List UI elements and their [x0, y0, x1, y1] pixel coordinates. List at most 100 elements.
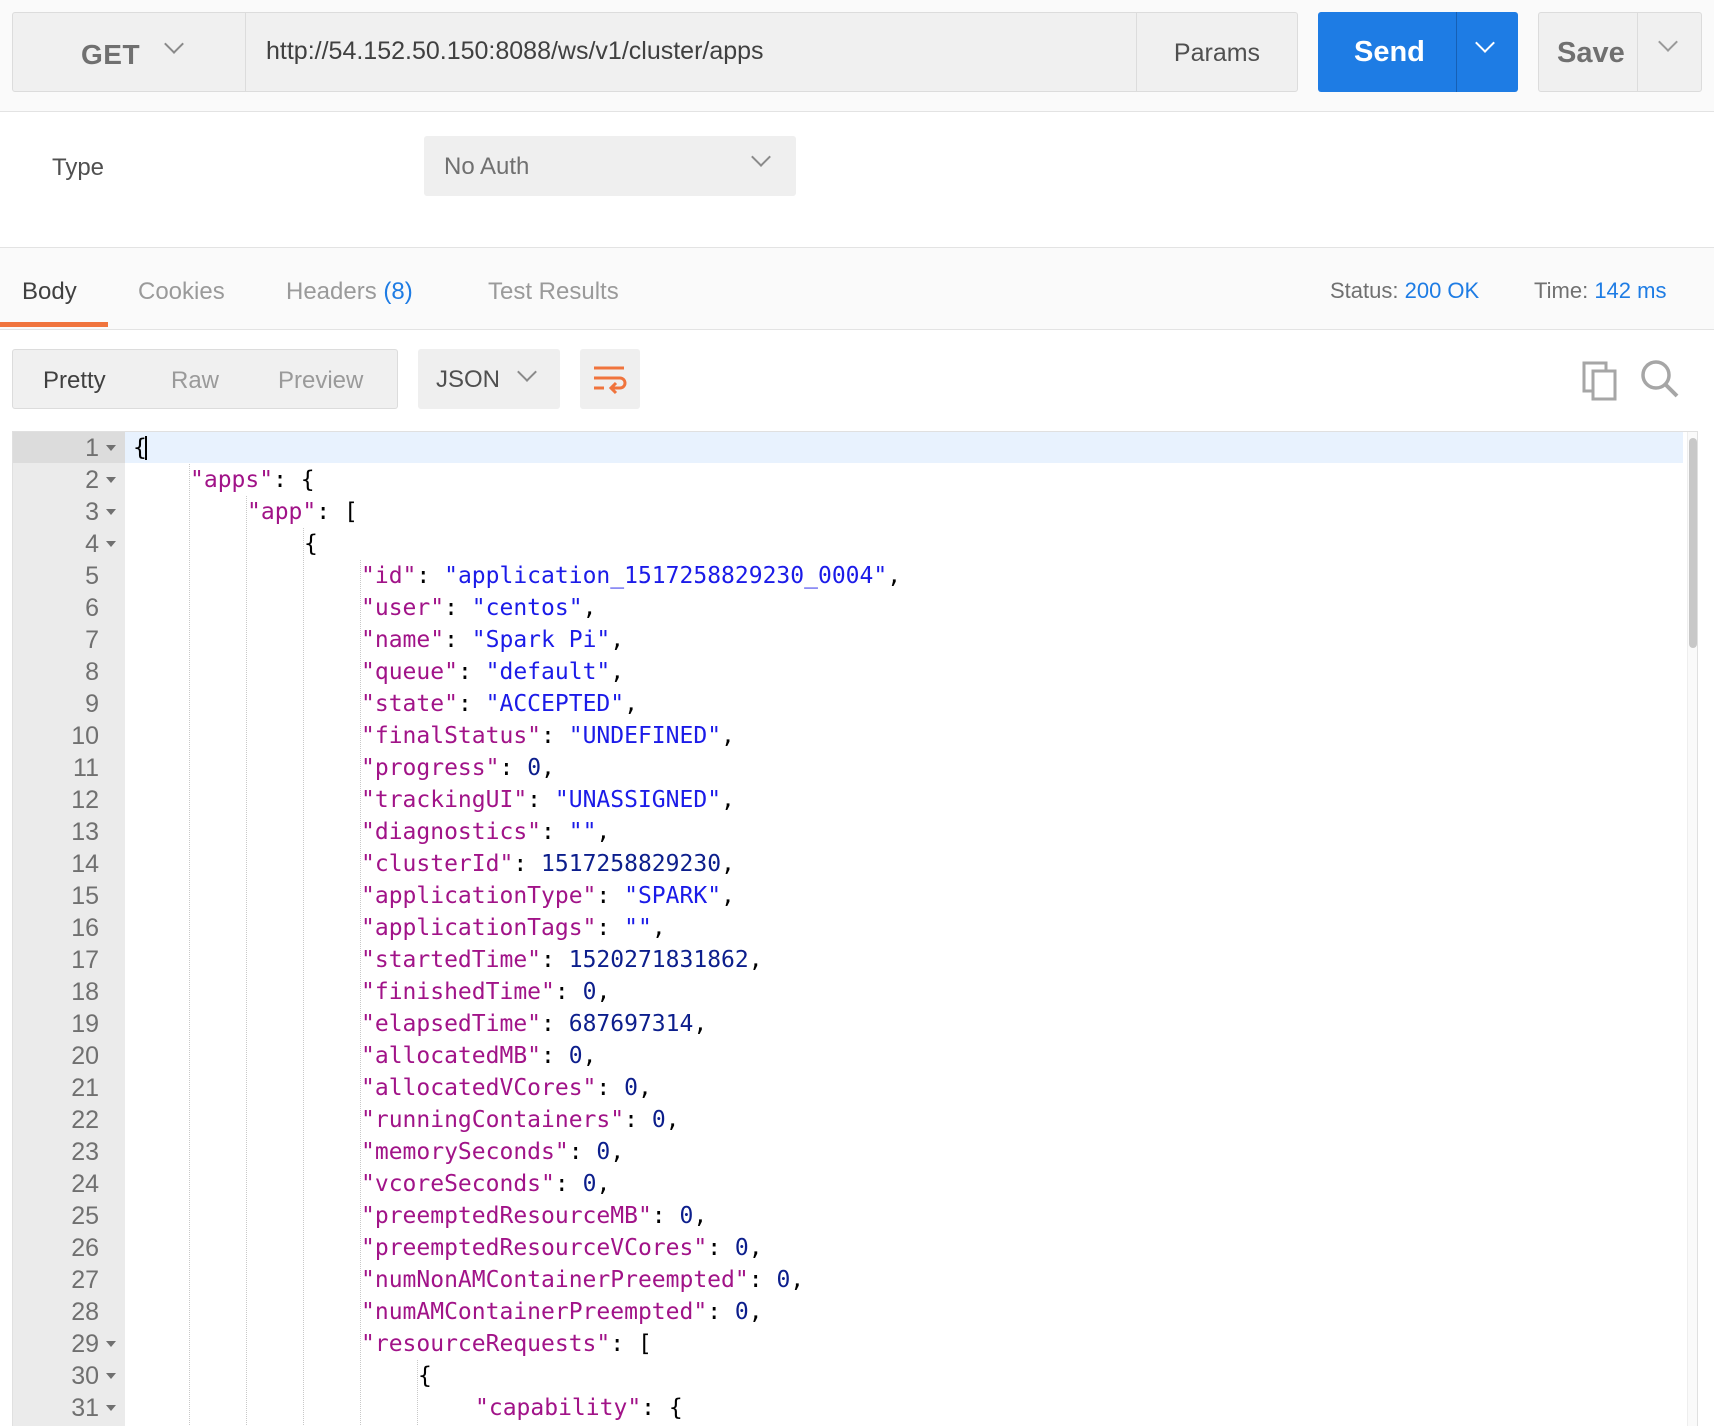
fold-toggle-icon[interactable]: [106, 541, 116, 547]
code-line: 5 "id": "application_1517258829230_0004",: [13, 560, 1683, 592]
line-number: 27: [71, 1266, 99, 1294]
send-label: Send: [1354, 36, 1425, 68]
body-toolbar: Pretty Raw Preview JSON: [0, 331, 1714, 431]
line-text: {: [304, 528, 318, 560]
json-punctuation: ,: [887, 563, 902, 589]
json-punctuation: ,: [693, 1203, 708, 1229]
line-text: "resourceRequests": [: [361, 1328, 652, 1360]
code-line: 22 "runningContainers": 0,: [13, 1104, 1683, 1136]
json-key: "runningContainers": [361, 1107, 625, 1133]
fold-toggle-icon[interactable]: [106, 1373, 116, 1379]
send-divider: [1456, 12, 1457, 92]
json-punctuation: ,: [610, 627, 625, 653]
json-key: "numNonAMContainerPreempted": [361, 1267, 749, 1293]
json-key: "clusterId": [361, 851, 514, 877]
line-number: 7: [85, 626, 99, 654]
line-text: "name": "Spark Pi",: [361, 624, 624, 656]
code-line: 23 "memorySeconds": 0,: [13, 1136, 1683, 1168]
line-text: "queue": "default",: [361, 656, 624, 688]
tab-body[interactable]: Body: [22, 278, 77, 306]
line-text: "numNonAMContainerPreempted": 0,: [361, 1264, 804, 1296]
json-punctuation: {: [304, 531, 318, 557]
url-input[interactable]: http://54.152.50.150:8088/ws/v1/cluster/…: [246, 12, 1136, 92]
json-key: "finishedTime": [361, 979, 555, 1005]
fold-toggle-icon[interactable]: [106, 1341, 116, 1347]
line-number: 9: [85, 690, 99, 718]
format-dropdown[interactable]: JSON: [418, 349, 560, 409]
json-punctuation: :: [554, 1171, 583, 1197]
line-number: 29: [71, 1330, 99, 1358]
save-button[interactable]: Save: [1538, 12, 1702, 92]
json-number: 0: [582, 1171, 597, 1197]
json-key: "capability": [475, 1395, 642, 1421]
line-text: "memorySeconds": 0,: [361, 1136, 624, 1168]
json-key: "preemptedResourceMB": [361, 1203, 652, 1229]
json-punctuation: :: [748, 1267, 777, 1293]
chevron-down-icon: [164, 34, 184, 54]
copy-icon[interactable]: [1582, 361, 1618, 406]
fold-toggle-icon[interactable]: [106, 445, 116, 451]
fold-toggle-icon[interactable]: [106, 509, 116, 515]
line-number: 26: [71, 1234, 99, 1262]
line-number: 16: [71, 914, 99, 942]
line-text: "app": [: [247, 496, 358, 528]
json-key: "resourceRequests": [361, 1331, 611, 1357]
auth-type-dropdown[interactable]: No Auth: [424, 136, 796, 196]
view-preview-button[interactable]: Preview: [278, 367, 363, 395]
json-key: "name": [361, 627, 445, 653]
scrollbar-thumb[interactable]: [1689, 438, 1697, 648]
json-punctuation: :: [457, 691, 486, 717]
wrap-lines-button[interactable]: [580, 349, 640, 409]
json-key: "trackingUI": [361, 787, 528, 813]
json-punctuation: ,: [721, 787, 735, 813]
json-number: 0: [596, 1139, 611, 1165]
code-line: 16 "applicationTags": "",: [13, 912, 1683, 944]
json-key: "app": [247, 499, 317, 525]
json-key: "progress": [361, 755, 500, 781]
send-options-chevron-down-icon[interactable]: [1475, 33, 1495, 53]
line-number: 3: [85, 498, 99, 526]
json-punctuation: ,: [541, 755, 555, 781]
headers-count-badge: (8): [383, 278, 413, 305]
response-body-editor[interactable]: 1{2 "apps": {3 "app": [4{5 "id": "applicati…: [12, 431, 1698, 1426]
json-number: 1517258829230: [541, 851, 722, 877]
json-key: "vcoreSeconds": [361, 1171, 555, 1197]
line-number: 19: [71, 1010, 99, 1038]
search-icon[interactable]: [1640, 359, 1680, 404]
tab-test-results[interactable]: Test Results: [488, 278, 619, 306]
view-pretty-button[interactable]: Pretty: [43, 367, 106, 395]
send-button[interactable]: Send: [1318, 12, 1518, 92]
save-options-chevron-down-icon[interactable]: [1658, 32, 1678, 52]
json-number: 1520271831862: [568, 947, 749, 973]
line-number: 5: [85, 562, 99, 590]
wrap-lines-icon: [594, 366, 627, 395]
json-punctuation: ,: [748, 947, 763, 973]
json-punctuation: ,: [721, 851, 735, 877]
method-selector[interactable]: GET: [12, 12, 246, 92]
code-line: 30 {: [13, 1360, 1683, 1392]
json-punctuation: : {: [273, 467, 315, 493]
view-mode-toggle: Pretty Raw Preview: [12, 349, 398, 409]
json-punctuation: ,: [721, 723, 735, 749]
active-tab-indicator: [0, 322, 108, 327]
tab-cookies[interactable]: Cookies: [138, 278, 225, 306]
fold-toggle-icon[interactable]: [106, 477, 116, 483]
line-number: 18: [71, 978, 99, 1006]
json-number: 0: [734, 1235, 749, 1261]
json-number: 687697314: [568, 1011, 694, 1037]
json-punctuation: :: [444, 595, 472, 621]
params-button[interactable]: Params: [1136, 12, 1298, 92]
view-raw-button[interactable]: Raw: [171, 367, 219, 395]
line-text: "preemptedResourceMB": 0,: [361, 1200, 707, 1232]
request-bar: GET http://54.152.50.150:8088/ws/v1/clus…: [0, 0, 1714, 112]
json-number: 0: [679, 1203, 694, 1229]
json-key: "applicationType": [361, 883, 597, 909]
fold-toggle-icon[interactable]: [106, 1405, 116, 1411]
code-line: 19 "elapsedTime": 687697314,: [13, 1008, 1683, 1040]
json-number: 0: [568, 1043, 583, 1069]
json-string: "default": [485, 659, 611, 685]
code-line: 27 "numNonAMContainerPreempted": 0,: [13, 1264, 1683, 1296]
tab-headers[interactable]: Headers (8): [286, 278, 413, 306]
chevron-down-icon: [751, 147, 771, 167]
code-line: 15 "applicationType": "SPARK",: [13, 880, 1683, 912]
